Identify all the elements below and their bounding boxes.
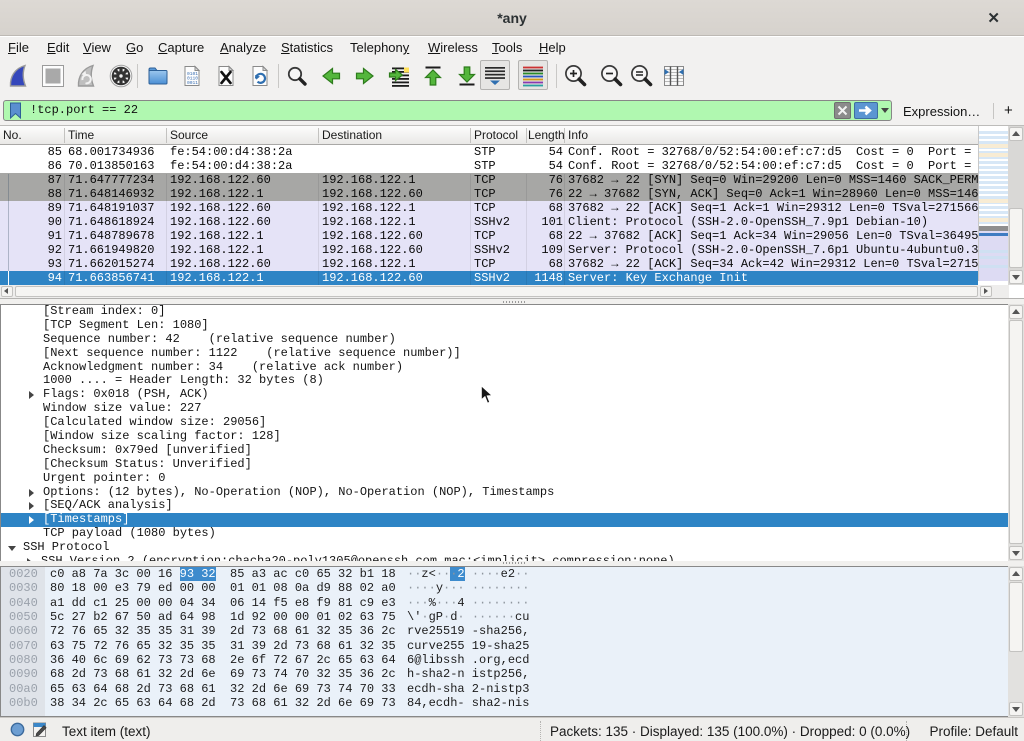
svg-text:0011: 0011	[187, 80, 198, 86]
